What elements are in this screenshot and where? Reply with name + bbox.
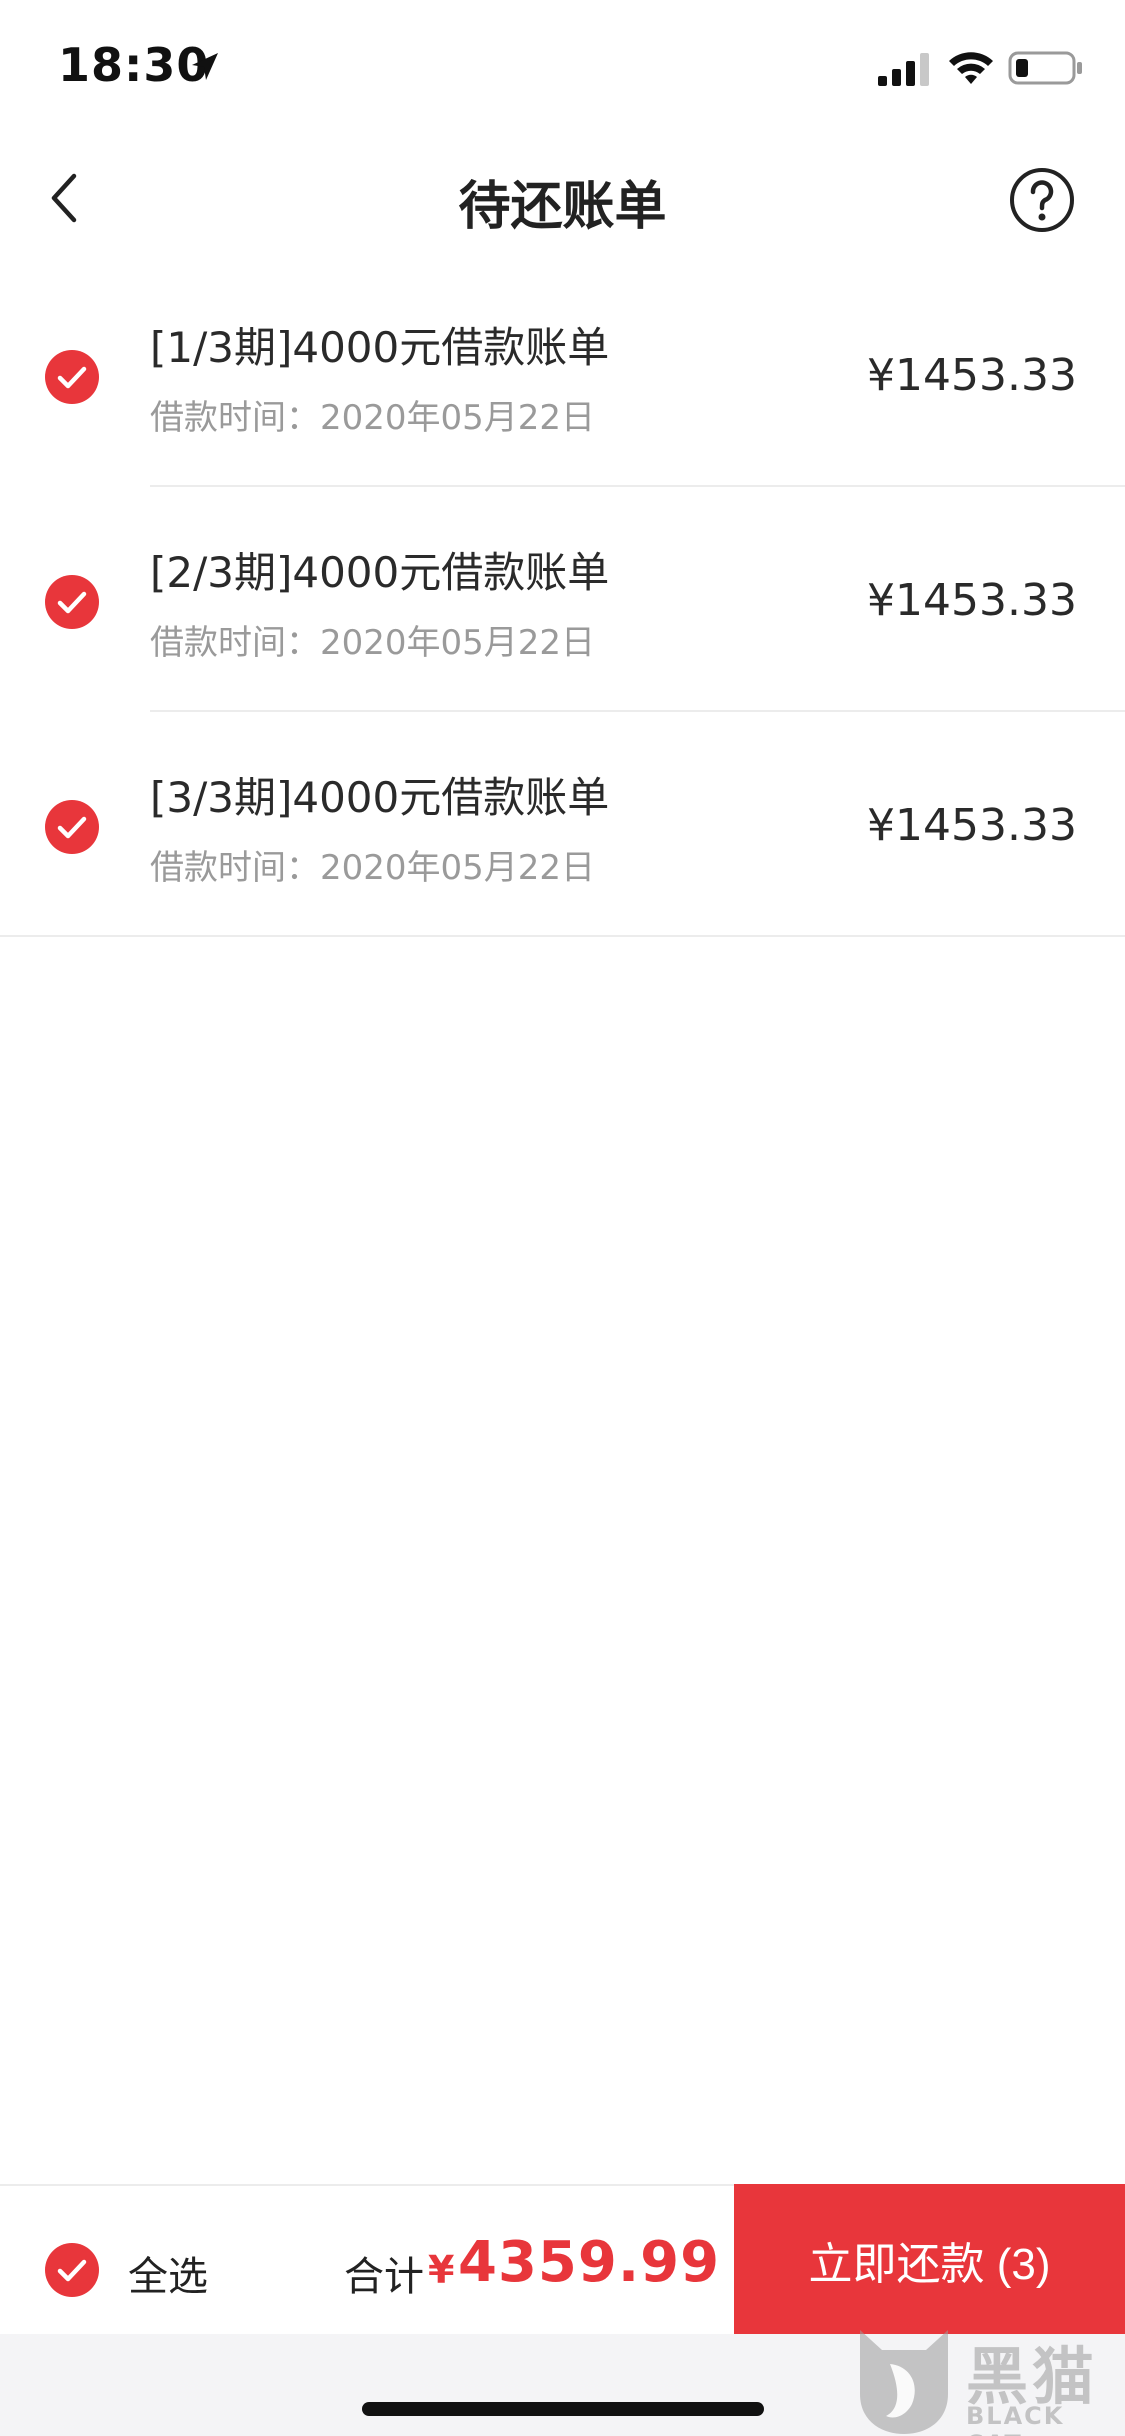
location-arrow-icon xyxy=(192,53,218,80)
bill-amount: ¥1453.33 xyxy=(867,350,1077,401)
watermark-text-en: BLACK CAT xyxy=(966,2402,1065,2436)
status-time: 18:30 xyxy=(58,38,210,92)
bill-row[interactable]: [2/3期]4000元借款账单 借款时间：2020年05月22日 ¥1453.3… xyxy=(0,487,1125,712)
bill-date-label: 借款时间： xyxy=(150,398,320,438)
bill-date: 借款时间：2020年05月22日 xyxy=(150,615,595,664)
bill-row[interactable]: [1/3期]4000元借款账单 借款时间：2020年05月22日 ¥1453.3… xyxy=(0,262,1125,487)
bill-date-value: 2020年05月22日 xyxy=(320,848,596,888)
total-amount: 4359.99 xyxy=(458,2230,721,2295)
bill-list: [1/3期]4000元借款账单 借款时间：2020年05月22日 ¥1453.3… xyxy=(0,262,1125,937)
bill-amount: ¥1453.33 xyxy=(867,800,1077,851)
bill-title: [1/3期]4000元借款账单 xyxy=(150,323,610,372)
page-title: 待还账单 xyxy=(458,177,667,237)
check-circle-icon[interactable] xyxy=(44,349,100,405)
wifi-icon xyxy=(949,52,993,84)
status-bar: 18:30 xyxy=(0,0,1125,132)
screen: 18:30 待还账单 [1/3期]4000元借款账单 借款时间：2020年05月… xyxy=(0,0,1125,2436)
total-currency: ¥ xyxy=(428,2248,455,2292)
home-indicator[interactable] xyxy=(362,2402,764,2416)
select-all-check-icon[interactable] xyxy=(44,2242,100,2298)
black-cat-logo-icon xyxy=(860,2330,948,2434)
bill-row[interactable]: [3/3期]4000元借款账单 借款时间：2020年05月22日 ¥1453.3… xyxy=(0,712,1125,937)
bottom-action-bar: 全选 合计 ¥ 4359.99 立即还款 (3) xyxy=(0,2184,1125,2336)
bill-amount: ¥1453.33 xyxy=(867,575,1077,626)
list-bottom-divider xyxy=(0,935,1125,937)
bill-date: 借款时间：2020年05月22日 xyxy=(150,390,595,439)
bill-date-label: 借款时间： xyxy=(150,623,320,663)
bill-date-value: 2020年05月22日 xyxy=(320,398,596,438)
watermark: 黑猫 BLACK CAT xyxy=(850,2320,1125,2436)
bill-title: [2/3期]4000元借款账单 xyxy=(150,548,610,597)
check-circle-icon[interactable] xyxy=(44,574,100,630)
help-circle-icon[interactable] xyxy=(1008,166,1076,234)
battery-icon xyxy=(1008,51,1082,85)
select-all-label[interactable]: 全选 xyxy=(128,2244,208,2302)
check-circle-icon[interactable] xyxy=(44,799,100,855)
total-label: 合计 xyxy=(344,2254,424,2300)
bill-date-label: 借款时间： xyxy=(150,848,320,888)
bill-date: 借款时间：2020年05月22日 xyxy=(150,840,595,889)
bill-date-value: 2020年05月22日 xyxy=(320,623,596,663)
cellular-signal-icon xyxy=(878,53,929,86)
bill-title: [3/3期]4000元借款账单 xyxy=(150,773,610,822)
nav-bar: 待还账单 xyxy=(0,132,1125,262)
repay-now-button[interactable]: 立即还款 (3) xyxy=(734,2184,1125,2336)
